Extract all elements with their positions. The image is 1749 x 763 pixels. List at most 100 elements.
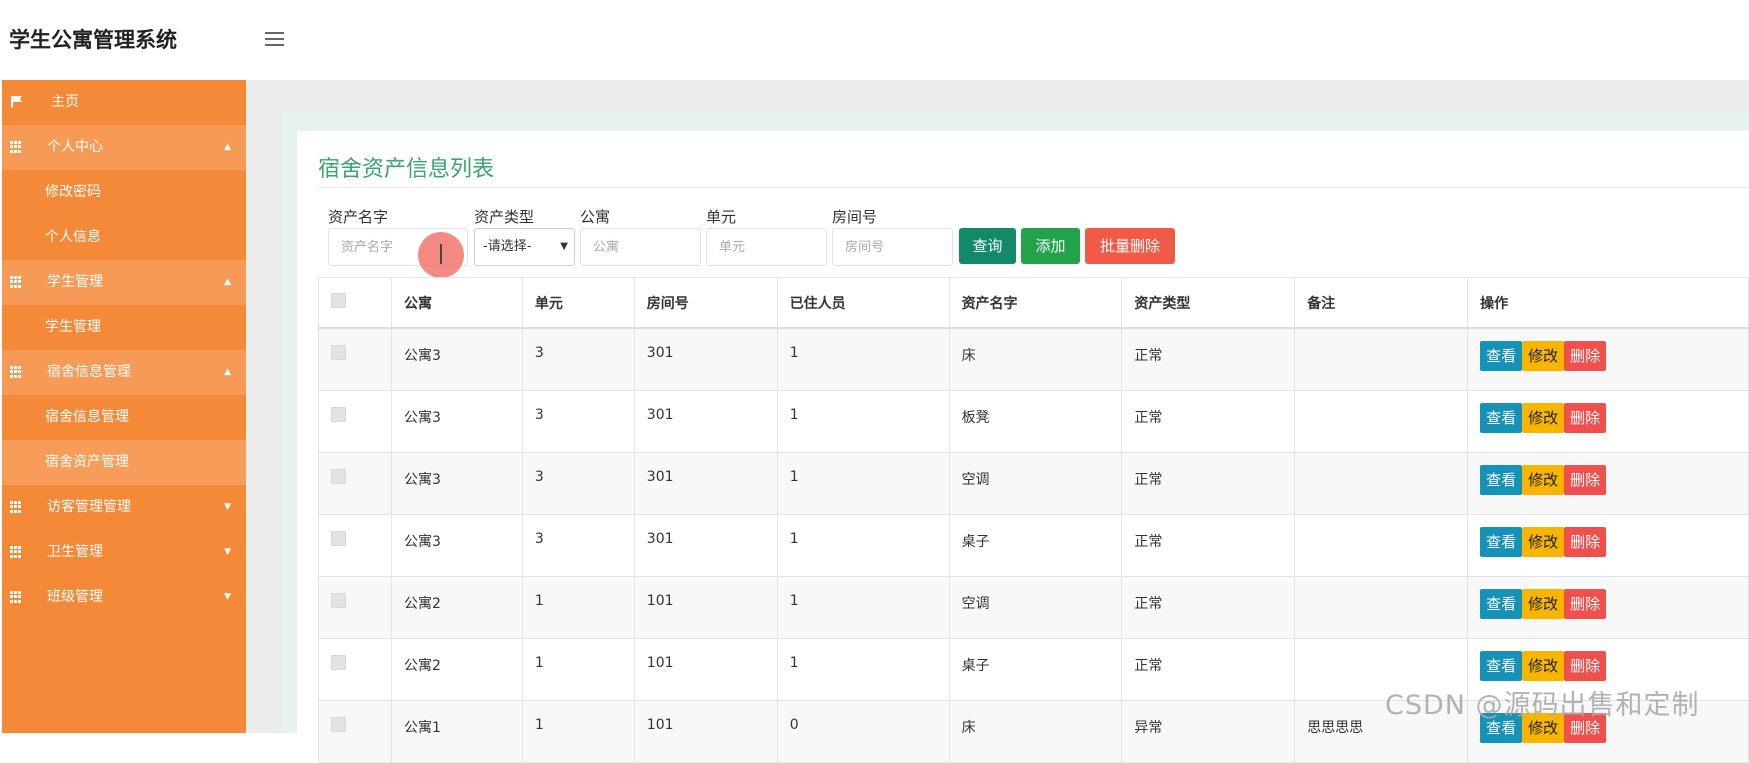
cell-asset-type: 正常	[1121, 575, 1296, 639]
cell-apartment: 公寓2	[390, 575, 523, 639]
view-button[interactable]: 查看	[1480, 341, 1523, 371]
cell-asset-name: 板凳	[948, 389, 1123, 453]
flag-icon	[11, 96, 22, 108]
batch-delete-button[interactable]: 批量删除	[1085, 228, 1175, 264]
delete-button[interactable]: 删除	[1564, 402, 1607, 433]
row-select-cell[interactable]	[318, 389, 392, 453]
cell-remark	[1294, 327, 1469, 391]
cell-residents: 1	[776, 389, 950, 453]
sidebar-group-personal-center[interactable]: 个人中心 ▲	[2, 125, 246, 170]
sidebar-item-home[interactable]: 主页	[2, 80, 246, 125]
delete-button[interactable]: 删除	[1564, 464, 1607, 495]
cell-asset-name: 桌子	[948, 513, 1123, 577]
cell-residents: 0	[776, 699, 950, 763]
edit-button[interactable]: 修改	[1522, 341, 1565, 371]
header-asset-type: 资产类型	[1121, 277, 1296, 329]
cell-asset-type: 正常	[1121, 451, 1296, 515]
cell-residents: 1	[776, 637, 950, 701]
grid-icon	[10, 366, 24, 378]
cell-room: 101	[633, 637, 778, 701]
cell-actions: 查看 修改 删除	[1467, 327, 1749, 391]
cell-unit: 3	[521, 513, 635, 577]
edit-button[interactable]: 修改	[1522, 402, 1565, 433]
delete-button[interactable]: 删除	[1564, 526, 1607, 557]
grid-icon	[10, 141, 24, 153]
cell-room: 301	[633, 389, 778, 453]
room-input[interactable]	[832, 228, 953, 266]
sidebar-item-dorm-assets[interactable]: 宿舍资产管理	[2, 440, 246, 485]
header-residents: 已住人员	[776, 277, 950, 329]
row-select-cell[interactable]	[318, 637, 392, 701]
cell-asset-type: 正常	[1121, 327, 1296, 391]
row-checkbox[interactable]	[331, 592, 346, 608]
row-select-cell[interactable]	[318, 327, 392, 391]
asset-type-select[interactable]: -请选择- ▼	[474, 228, 575, 266]
unit-input[interactable]	[706, 228, 827, 266]
asset-type-label: 资产类型	[474, 208, 535, 226]
watermark: CSDN @源码出售和定制	[1385, 690, 1700, 721]
add-button[interactable]: 添加	[1021, 228, 1080, 264]
header-actions: 操作	[1467, 277, 1749, 329]
sidebar-item-dorm-info[interactable]: 宿舍信息管理	[2, 395, 246, 440]
chevron-up-icon: ▲	[224, 142, 231, 152]
sidebar: 主页 个人中心 ▲ 修改密码 个人信息 学生管理 ▲ 学生管理 宿舍信息管理 ▲…	[2, 80, 246, 733]
row-checkbox[interactable]	[331, 530, 346, 546]
delete-button[interactable]: 删除	[1564, 341, 1607, 371]
cell-room: 101	[633, 699, 778, 763]
header-room: 房间号	[633, 277, 778, 329]
edit-button[interactable]: 修改	[1522, 588, 1565, 619]
view-button[interactable]: 查看	[1480, 526, 1523, 557]
sidebar-group-student-management[interactable]: 学生管理 ▲	[2, 260, 246, 305]
header-select-all[interactable]	[318, 277, 392, 329]
cell-apartment: 公寓3	[390, 389, 523, 453]
cell-actions: 查看 修改 删除	[1467, 513, 1749, 577]
select-all-checkbox[interactable]	[331, 293, 346, 308]
query-button[interactable]: 查询	[959, 228, 1016, 264]
row-checkbox[interactable]	[331, 654, 346, 670]
view-button[interactable]: 查看	[1480, 588, 1523, 619]
cell-residents: 1	[776, 513, 950, 577]
sidebar-group-class-management[interactable]: 班级管理 ▼	[2, 575, 246, 620]
cell-apartment: 公寓2	[390, 637, 523, 701]
cell-room: 101	[633, 575, 778, 639]
header-asset-name: 资产名字	[948, 277, 1123, 329]
table-row: 公寓3 3 301 1 空调 正常 查看 修改 删除	[318, 451, 1749, 515]
chevron-down-icon: ▼	[560, 241, 568, 252]
menu-toggle-icon[interactable]	[262, 28, 288, 50]
view-button[interactable]: 查看	[1480, 650, 1523, 681]
sidebar-group-visitor-management[interactable]: 访客管理管理 ▼	[2, 485, 246, 530]
row-checkbox[interactable]	[331, 406, 346, 422]
cell-asset-name: 床	[948, 699, 1123, 763]
delete-button[interactable]: 删除	[1564, 588, 1607, 619]
cell-room: 301	[633, 451, 778, 515]
row-select-cell[interactable]	[318, 513, 392, 577]
delete-button[interactable]: 删除	[1564, 650, 1607, 681]
cell-remark	[1294, 451, 1469, 515]
row-select-cell[interactable]	[318, 699, 392, 763]
edit-button[interactable]: 修改	[1522, 464, 1565, 495]
cell-residents: 1	[776, 575, 950, 639]
sidebar-item-student-management[interactable]: 学生管理	[2, 305, 246, 350]
cell-asset-type: 正常	[1121, 513, 1296, 577]
row-checkbox[interactable]	[331, 716, 346, 732]
sidebar-group-hygiene-management[interactable]: 卫生管理 ▼	[2, 530, 246, 575]
view-button[interactable]: 查看	[1480, 464, 1523, 495]
row-select-cell[interactable]	[318, 451, 392, 515]
asset-name-label: 资产名字	[328, 208, 389, 226]
cell-unit: 1	[521, 637, 635, 701]
cell-unit: 3	[521, 389, 635, 453]
cell-actions: 查看 修改 删除	[1467, 575, 1749, 639]
sidebar-item-personal-info[interactable]: 个人信息	[2, 215, 246, 260]
cell-apartment: 公寓3	[390, 451, 523, 515]
row-checkbox[interactable]	[331, 345, 346, 360]
sidebar-group-dorm-info[interactable]: 宿舍信息管理 ▲	[2, 350, 246, 395]
top-bar: 学生公寓管理系统	[0, 0, 1749, 81]
row-select-cell[interactable]	[318, 575, 392, 639]
apartment-input[interactable]	[580, 228, 701, 266]
row-checkbox[interactable]	[331, 468, 346, 484]
sidebar-item-change-password[interactable]: 修改密码	[2, 170, 246, 215]
cell-asset-name: 桌子	[948, 637, 1123, 701]
edit-button[interactable]: 修改	[1522, 650, 1565, 681]
edit-button[interactable]: 修改	[1522, 526, 1565, 557]
view-button[interactable]: 查看	[1480, 402, 1523, 433]
